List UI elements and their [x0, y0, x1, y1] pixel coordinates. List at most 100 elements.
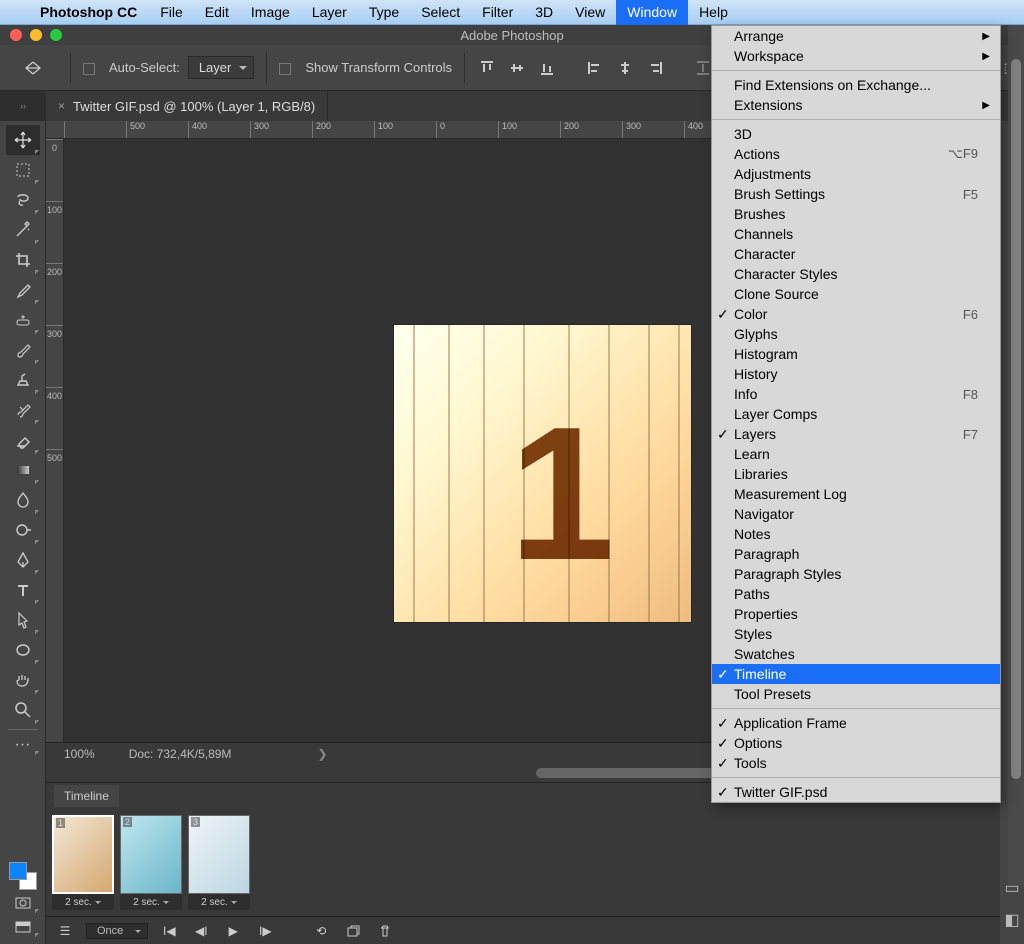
delete-frame-button[interactable] [374, 922, 396, 940]
move-tool[interactable] [6, 125, 40, 155]
document-canvas[interactable]: 1 [394, 325, 691, 622]
frame-2[interactable]: 2 2 sec. [120, 815, 182, 910]
menu-view[interactable]: View [564, 0, 616, 25]
menu-file[interactable]: File [149, 0, 194, 25]
menu-item-brushes[interactable]: Brushes [712, 204, 1000, 224]
menu-item-swatches[interactable]: Swatches [712, 644, 1000, 664]
edit-toolbar-icon[interactable]: ··· [6, 734, 40, 756]
magic-wand-tool[interactable] [6, 215, 40, 245]
menu-item-layers[interactable]: ✓LayersF7 [712, 424, 1000, 444]
menu-item-notes[interactable]: Notes [712, 524, 1000, 544]
frame-3[interactable]: 3 2 sec. [188, 815, 250, 910]
gradient-tool[interactable] [6, 455, 40, 485]
menu-item-paragraph[interactable]: Paragraph [712, 544, 1000, 564]
ruler-vertical[interactable]: 0 100 200 300 400 500 [46, 139, 64, 742]
menu-item-character[interactable]: Character [712, 244, 1000, 264]
menu-item-character-styles[interactable]: Character Styles [712, 264, 1000, 284]
auto-select-checkbox[interactable] [83, 60, 101, 75]
menu-item-info[interactable]: InfoF8 [712, 384, 1000, 404]
frame-1[interactable]: 1 2 sec. [52, 815, 114, 910]
dodge-tool[interactable] [6, 515, 40, 545]
lasso-tool[interactable] [6, 185, 40, 215]
menu-item-application-frame[interactable]: ✓Application Frame [712, 713, 1000, 733]
tween-button[interactable]: ⟲ [310, 922, 332, 940]
menu-item-color[interactable]: ✓ColorF6 [712, 304, 1000, 324]
eraser-tool[interactable] [6, 425, 40, 455]
align-top-icon[interactable] [477, 58, 497, 78]
menu-filter[interactable]: Filter [471, 0, 524, 25]
menu-item-workspace[interactable]: Workspace▶ [712, 46, 1000, 66]
app-name[interactable]: Photoshop CC [28, 4, 149, 20]
menu-item-libraries[interactable]: Libraries [712, 464, 1000, 484]
menu-item-learn[interactable]: Learn [712, 444, 1000, 464]
healing-brush-tool[interactable] [6, 305, 40, 335]
menu-item-histogram[interactable]: Histogram [712, 344, 1000, 364]
blur-tool[interactable] [6, 485, 40, 515]
brush-tool[interactable] [6, 335, 40, 365]
menu-select[interactable]: Select [410, 0, 471, 25]
auto-select-dropdown[interactable]: Layer [188, 56, 255, 79]
crop-tool[interactable] [6, 245, 40, 275]
zoom-tool[interactable] [6, 695, 40, 725]
menu-item-glyphs[interactable]: Glyphs [712, 324, 1000, 344]
prev-frame-button[interactable]: ◀I [190, 922, 212, 940]
menu-item-clone-source[interactable]: Clone Source [712, 284, 1000, 304]
expand-panels-icon[interactable]: ›› [0, 91, 46, 121]
menu-item-tool-presets[interactable]: Tool Presets [712, 684, 1000, 704]
next-frame-button[interactable]: I▶ [254, 922, 276, 940]
close-tab-icon[interactable]: × [58, 99, 65, 113]
menu-item-measurement-log[interactable]: Measurement Log [712, 484, 1000, 504]
menu-layer[interactable]: Layer [301, 0, 358, 25]
doc-size[interactable]: Doc: 732,4K/5,89M [129, 747, 232, 761]
minimize-window-button[interactable] [30, 29, 42, 41]
pen-tool[interactable] [6, 545, 40, 575]
menu-item-properties[interactable]: Properties [712, 604, 1000, 624]
menu-item-3d[interactable]: 3D [712, 124, 1000, 144]
menu-item-channels[interactable]: Channels [712, 224, 1000, 244]
menu-item-tools[interactable]: ✓Tools [712, 753, 1000, 773]
menu-item-actions[interactable]: Actions⌥F9 [712, 144, 1000, 164]
align-hcenter-icon[interactable] [615, 58, 635, 78]
frame-duration[interactable]: 2 sec. [52, 894, 114, 910]
menu-item-adjustments[interactable]: Adjustments [712, 164, 1000, 184]
frame-duration[interactable]: 2 sec. [188, 894, 250, 910]
show-transform-checkbox[interactable] [279, 60, 297, 75]
scrollbar-thumb[interactable] [1011, 59, 1021, 779]
menu-item-twitter-gif-psd[interactable]: ✓Twitter GIF.psd [712, 782, 1000, 802]
hand-tool[interactable] [6, 665, 40, 695]
current-tool-preset[interactable] [8, 60, 58, 76]
duplicate-frame-button[interactable] [342, 922, 364, 940]
menu-3d[interactable]: 3D [524, 0, 564, 25]
status-menu-icon[interactable]: ❯ [317, 747, 327, 761]
menu-image[interactable]: Image [240, 0, 301, 25]
path-selection-tool[interactable] [6, 605, 40, 635]
menu-item-history[interactable]: History [712, 364, 1000, 384]
play-button[interactable]: ▶ [222, 922, 244, 940]
panel-icon[interactable]: ◧ [1004, 910, 1019, 930]
menu-item-extensions[interactable]: Extensions▶ [712, 95, 1000, 115]
menu-help[interactable]: Help [688, 0, 739, 25]
menu-window[interactable]: Window [616, 0, 688, 25]
align-left-icon[interactable] [585, 58, 605, 78]
menu-item-find-extensions-on-exchange-[interactable]: Find Extensions on Exchange... [712, 75, 1000, 95]
timeline-convert-icon[interactable]: ☰ [54, 922, 76, 940]
close-window-button[interactable] [10, 29, 22, 41]
menu-type[interactable]: Type [358, 0, 410, 25]
zoom-window-button[interactable] [50, 29, 62, 41]
menu-edit[interactable]: Edit [194, 0, 240, 25]
align-right-icon[interactable] [645, 58, 665, 78]
screen-mode-icon[interactable] [6, 916, 40, 938]
shape-tool[interactable] [6, 635, 40, 665]
align-vcenter-icon[interactable] [507, 58, 527, 78]
menu-item-brush-settings[interactable]: Brush SettingsF5 [712, 184, 1000, 204]
menu-item-paths[interactable]: Paths [712, 584, 1000, 604]
menu-item-options[interactable]: ✓Options [712, 733, 1000, 753]
menu-item-arrange[interactable]: Arrange▶ [712, 26, 1000, 46]
dropdown-scrollbar[interactable] [1008, 25, 1024, 885]
zoom-level[interactable]: 100% [64, 747, 95, 761]
first-frame-button[interactable]: I◀ [158, 922, 180, 940]
marquee-tool[interactable] [6, 155, 40, 185]
align-bottom-icon[interactable] [537, 58, 557, 78]
eyedropper-tool[interactable] [6, 275, 40, 305]
menu-item-navigator[interactable]: Navigator [712, 504, 1000, 524]
